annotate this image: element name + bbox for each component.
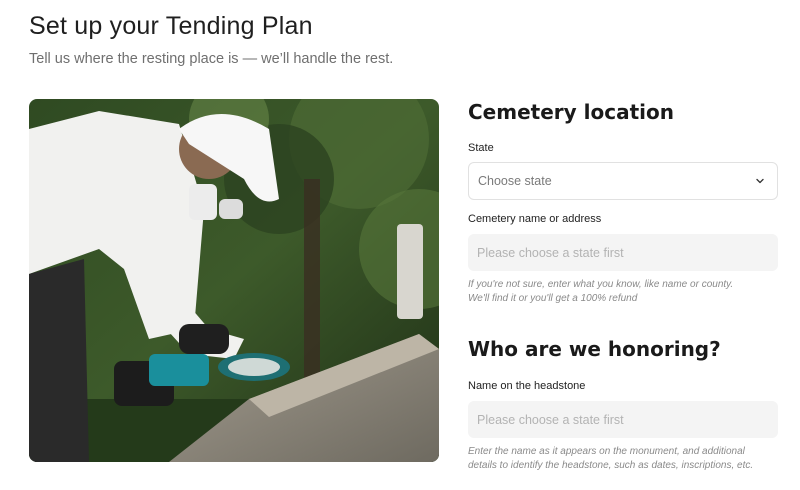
cemetery-help-line-2: We'll find it or you'll get a 100% refun… xyxy=(468,293,638,304)
state-label: State xyxy=(468,142,494,154)
headstone-name-label: Name on the headstone xyxy=(468,380,586,392)
cemetery-help-line-1: If you're not sure, enter what you know,… xyxy=(468,279,734,290)
worker-grinding-headstone-image xyxy=(29,99,439,462)
cemetery-location-heading: Cemetery location xyxy=(468,100,674,124)
cemetery-label: Cemetery name or address xyxy=(468,213,602,225)
hero-photo xyxy=(29,99,439,462)
headstone-name-help-text: Enter the name as it appears on the monu… xyxy=(468,446,754,471)
state-select-value: Choose state xyxy=(478,174,552,188)
honoring-heading: Who are we honoring? xyxy=(468,337,721,361)
headstone-name-input[interactable] xyxy=(468,401,778,438)
state-select[interactable]: Choose state xyxy=(468,162,778,200)
cemetery-input[interactable] xyxy=(468,234,778,271)
page-title: Set up your Tending Plan xyxy=(29,12,313,40)
chevron-down-icon xyxy=(756,178,764,184)
cemetery-help-text: If you're not sure, enter what you know,… xyxy=(468,278,768,306)
page-subtitle: Tell us where the resting place is — we’… xyxy=(29,51,394,67)
